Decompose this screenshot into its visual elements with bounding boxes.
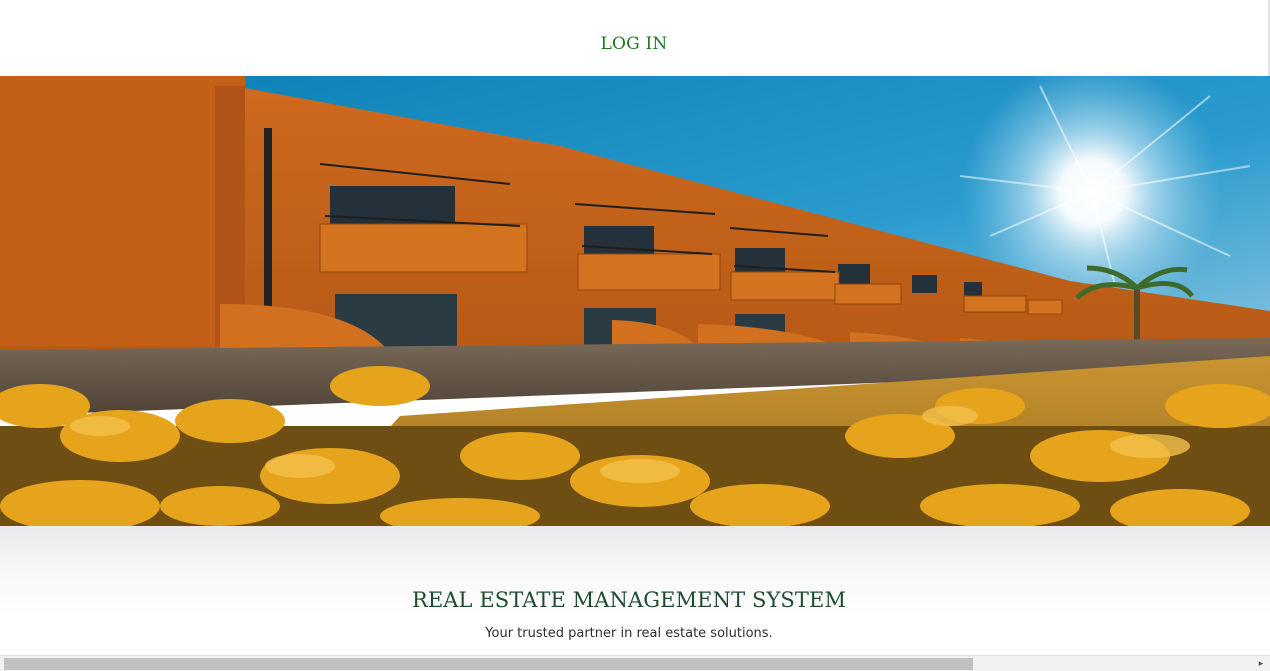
site-tagline: Your trusted partner in real estate solu… bbox=[485, 626, 773, 641]
scroll-right-arrow-icon[interactable]: ▸ bbox=[1255, 656, 1267, 671]
scrollbar-thumb[interactable] bbox=[4, 658, 973, 670]
top-navigation-bar: LOG IN bbox=[0, 0, 1270, 76]
site-title: REAL ESTATE MANAGEMENT SYSTEM bbox=[411, 588, 847, 612]
horizontal-scrollbar[interactable]: ▸ bbox=[0, 655, 1270, 671]
login-link[interactable]: LOG IN bbox=[600, 34, 667, 54]
hero-image bbox=[0, 76, 1270, 526]
page: LOG IN REAL ESTATE MANAGEMENT SYSTEM You… bbox=[0, 0, 1270, 671]
hero-building-photo bbox=[0, 76, 1270, 526]
